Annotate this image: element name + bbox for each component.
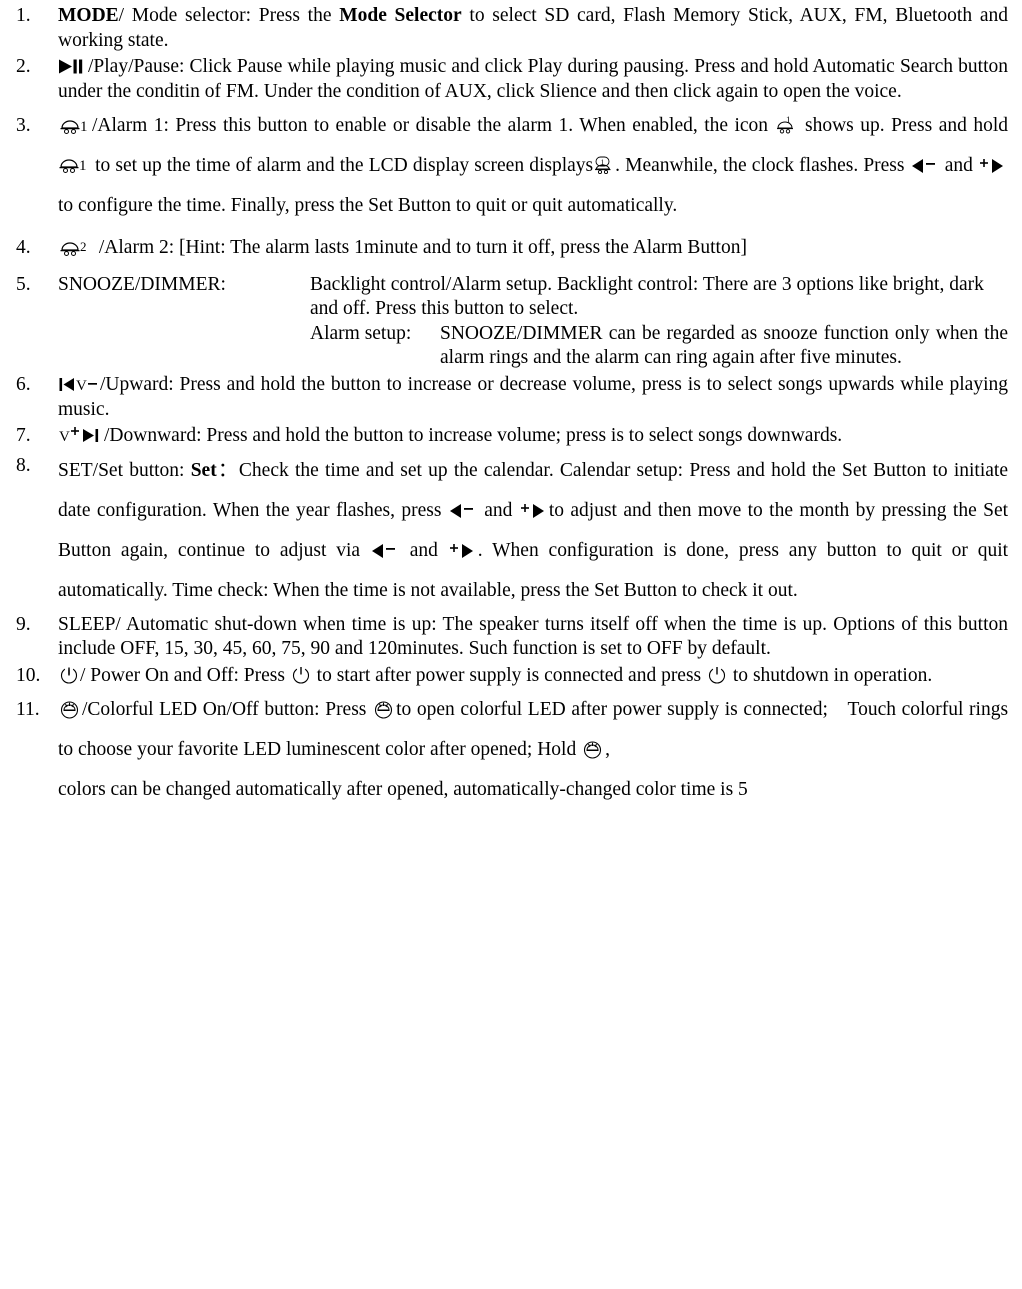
set-bold-label: Set — [190, 459, 217, 481]
power-part3: to — [732, 664, 749, 686]
alarm2-text: /Alarm 2: [Hint: The alarm lasts 1minute… — [98, 237, 747, 259]
led-part2: to open colorful LED after power supply … — [396, 699, 828, 721]
set-part8: . — [477, 539, 483, 561]
sleep-text: SLEEP/ Automatic shut-down when time is … — [58, 613, 1008, 660]
colorful-led-icon-3 — [581, 739, 605, 760]
list-item-downward: 7. V /Downward: Press and hold the butto… — [14, 424, 1008, 449]
svg-text:V: V — [59, 429, 70, 445]
prev-minus-icon — [910, 157, 940, 175]
manual-page: 1. MODE/ Mode selector: Press the Mode S… — [0, 0, 1022, 1289]
next-plus-icon-2 — [519, 502, 549, 520]
alarm-setup-row: Alarm setup: SNOOZE/DIMMER can be regard… — [58, 322, 1008, 371]
play-pause-icon — [58, 58, 88, 75]
alarm1-part6: and — [944, 155, 973, 177]
power-icon-3 — [706, 665, 728, 685]
alarm-indicator-icon: 1 — [775, 115, 799, 135]
next-plus-icon — [978, 157, 1008, 175]
list-item-snooze-dimmer: 5. SNOOZE/DIMMER: Backlight control/Alar… — [14, 273, 1008, 371]
power-icon — [58, 665, 80, 685]
svg-text:V: V — [76, 378, 87, 394]
list-item-set-button: 8. SET/Set button: Set：Check the time an… — [14, 451, 1008, 611]
item-number-6: 6. — [16, 373, 31, 395]
alarm-setup-body: Alarm setup: SNOOZE/DIMMER can be regard… — [310, 322, 1008, 371]
item-number-7: 7. — [16, 425, 31, 447]
alarm1-part3: to set up the time of alarm and the LCD … — [95, 155, 525, 177]
mode-label: MODE/ Mode selector: Press the Mode Sele… — [58, 5, 1008, 51]
svg-text:1: 1 — [79, 158, 87, 174]
alarm-bell-1-icon-2: 1 — [58, 154, 90, 175]
item-number-8: 8. — [16, 454, 31, 476]
svg-text:2: 2 — [80, 239, 87, 254]
led-part4: , — [605, 739, 610, 761]
item-number-5: 5. — [16, 273, 31, 295]
alarm-bell-1-icon: 1 — [58, 114, 92, 136]
list-item-colorful-led: 11. /Colorful LED On/Off button: Press t… — [14, 690, 1008, 810]
alarm1-part2: shows up. Press and hold — [805, 115, 1008, 137]
upward-text: /Upward: Press and hold the button to in… — [58, 373, 1008, 420]
svg-text:1: 1 — [80, 119, 88, 135]
backlight-text: Backlight control/Alarm setup. Backlight… — [310, 273, 984, 320]
colorful-led-icon-2 — [372, 699, 396, 720]
set-part7: and — [409, 539, 438, 561]
set-colon: ： — [216, 459, 239, 481]
item-number-10: 10. — [16, 664, 41, 686]
alarm1-part1: /Alarm 1: Press this button to enable or… — [92, 115, 769, 137]
item-number-9: 9. — [16, 613, 31, 635]
set-part5: to adjust and — [548, 499, 652, 521]
item-number-3: 3. — [16, 115, 31, 137]
snooze-backlight-row: SNOOZE/DIMMER: Backlight control/Alarm s… — [58, 273, 1008, 322]
power-part2: to start after power supply is connected… — [316, 664, 702, 686]
downward-text: /Downward: Press and hold the button to … — [104, 425, 843, 447]
power-part1: / Power On and Off: Press — [80, 664, 285, 686]
list-item-sleep: 9. SLEEP/ Automatic shut-down when time … — [14, 613, 1008, 662]
list-item-upward: 6. V /Upward: Press and hold the button … — [14, 373, 1008, 422]
list-item-play-pause: 2. /Play/Pause: Click Pause while playin… — [14, 55, 1008, 104]
colorful-led-icon — [58, 699, 82, 720]
set-part4: and — [484, 499, 513, 521]
alarm1-part5: . Meanwhile, the clock flashes. Press — [615, 155, 905, 177]
volume-up-icon: V — [58, 426, 104, 445]
alarm-setup-label: Alarm setup: — [310, 322, 412, 344]
item-number-11: 11. — [16, 699, 40, 721]
alarm-bell-2-icon: 2 — [58, 236, 94, 258]
volume-down-icon: V — [58, 375, 100, 394]
alarm-display-icon: 1 — [593, 155, 615, 175]
power-icon-2 — [290, 665, 312, 685]
alarm-setup-text: SNOOZE/DIMMER can be regarded as snooze … — [440, 322, 1008, 369]
list-item-alarm-1: 3. 1 /Alarm 1: Press this button to enab… — [14, 106, 1008, 226]
prev-minus-icon-2 — [448, 502, 478, 520]
alarm1-part4: displays — [529, 155, 594, 177]
led-part5: colors can be changed automatically afte… — [58, 779, 748, 801]
list-item-power: 10. / Power On and Off: Press to start a… — [14, 664, 1008, 689]
led-part1: /Colorful LED On/Off button: Press — [82, 699, 367, 721]
alarm1-part8: press the Set Button to quit or quit aut… — [294, 195, 678, 217]
snooze-dimmer-label: SNOOZE/DIMMER: — [58, 273, 226, 295]
item-number-1: 1. — [16, 5, 31, 26]
instruction-list: 1. MODE/ Mode selector: Press the Mode S… — [14, 4, 1008, 810]
alarm1-part7: to configure the time. Finally, — [58, 195, 290, 217]
power-part4: shutdown in operation. — [752, 664, 933, 686]
play-pause-text: /Play/Pause: Click Pause while playing m… — [58, 56, 1008, 102]
prev-minus-icon-3 — [370, 542, 400, 560]
list-item-mode: 1. MODE/ Mode selector: Press the Mode S… — [14, 4, 1008, 53]
item-number-4: 4. — [16, 237, 31, 259]
alarm-setup-spacer — [58, 322, 310, 371]
next-plus-icon-3 — [448, 542, 478, 560]
item-number-2: 2. — [16, 56, 31, 78]
set-part1: SET/Set button: — [58, 459, 191, 481]
list-item-alarm-2: 4. 2 /Alarm 2: [Hint: The alarm lasts 1m… — [14, 236, 1008, 261]
set-part2: Check the time and set up the calendar. … — [238, 459, 836, 481]
